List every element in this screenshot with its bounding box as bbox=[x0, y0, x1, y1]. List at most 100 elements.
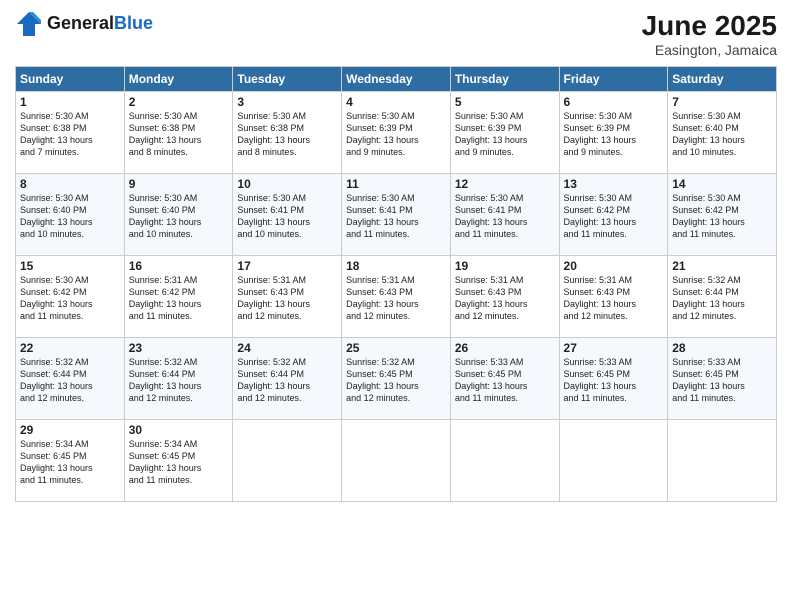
day-number: 21 bbox=[672, 259, 772, 273]
calendar-cell: 25Sunrise: 5:32 AM Sunset: 6:45 PM Dayli… bbox=[342, 338, 451, 420]
day-info: Sunrise: 5:30 AM Sunset: 6:39 PM Dayligh… bbox=[564, 110, 664, 159]
day-number: 22 bbox=[20, 341, 120, 355]
day-number: 27 bbox=[564, 341, 664, 355]
calendar-cell: 26Sunrise: 5:33 AM Sunset: 6:45 PM Dayli… bbox=[450, 338, 559, 420]
calendar-cell: 9Sunrise: 5:30 AM Sunset: 6:40 PM Daylig… bbox=[124, 174, 233, 256]
header: GeneralBlue June 2025 Easington, Jamaica bbox=[15, 10, 777, 58]
weekday-header: Wednesday bbox=[342, 67, 451, 92]
day-number: 4 bbox=[346, 95, 446, 109]
calendar-cell bbox=[233, 420, 342, 502]
day-info: Sunrise: 5:30 AM Sunset: 6:38 PM Dayligh… bbox=[129, 110, 229, 159]
calendar-cell: 5Sunrise: 5:30 AM Sunset: 6:39 PM Daylig… bbox=[450, 92, 559, 174]
day-number: 12 bbox=[455, 177, 555, 191]
day-number: 18 bbox=[346, 259, 446, 273]
calendar-cell: 17Sunrise: 5:31 AM Sunset: 6:43 PM Dayli… bbox=[233, 256, 342, 338]
calendar-cell: 19Sunrise: 5:31 AM Sunset: 6:43 PM Dayli… bbox=[450, 256, 559, 338]
calendar-cell: 20Sunrise: 5:31 AM Sunset: 6:43 PM Dayli… bbox=[559, 256, 668, 338]
calendar-cell: 12Sunrise: 5:30 AM Sunset: 6:41 PM Dayli… bbox=[450, 174, 559, 256]
day-info: Sunrise: 5:30 AM Sunset: 6:40 PM Dayligh… bbox=[20, 192, 120, 241]
day-info: Sunrise: 5:31 AM Sunset: 6:43 PM Dayligh… bbox=[564, 274, 664, 323]
calendar-cell: 23Sunrise: 5:32 AM Sunset: 6:44 PM Dayli… bbox=[124, 338, 233, 420]
day-number: 13 bbox=[564, 177, 664, 191]
day-number: 6 bbox=[564, 95, 664, 109]
location: Easington, Jamaica bbox=[642, 42, 777, 58]
calendar-cell: 30Sunrise: 5:34 AM Sunset: 6:45 PM Dayli… bbox=[124, 420, 233, 502]
day-number: 19 bbox=[455, 259, 555, 273]
day-info: Sunrise: 5:30 AM Sunset: 6:42 PM Dayligh… bbox=[564, 192, 664, 241]
month-year: June 2025 bbox=[642, 10, 777, 42]
calendar-cell: 16Sunrise: 5:31 AM Sunset: 6:42 PM Dayli… bbox=[124, 256, 233, 338]
day-info: Sunrise: 5:30 AM Sunset: 6:41 PM Dayligh… bbox=[237, 192, 337, 241]
day-number: 9 bbox=[129, 177, 229, 191]
day-info: Sunrise: 5:32 AM Sunset: 6:44 PM Dayligh… bbox=[129, 356, 229, 405]
day-number: 17 bbox=[237, 259, 337, 273]
day-info: Sunrise: 5:34 AM Sunset: 6:45 PM Dayligh… bbox=[129, 438, 229, 487]
calendar-week-row: 29Sunrise: 5:34 AM Sunset: 6:45 PM Dayli… bbox=[16, 420, 777, 502]
weekday-header: Tuesday bbox=[233, 67, 342, 92]
day-number: 30 bbox=[129, 423, 229, 437]
calendar-cell: 7Sunrise: 5:30 AM Sunset: 6:40 PM Daylig… bbox=[668, 92, 777, 174]
day-number: 23 bbox=[129, 341, 229, 355]
day-info: Sunrise: 5:30 AM Sunset: 6:41 PM Dayligh… bbox=[346, 192, 446, 241]
day-info: Sunrise: 5:33 AM Sunset: 6:45 PM Dayligh… bbox=[455, 356, 555, 405]
day-info: Sunrise: 5:33 AM Sunset: 6:45 PM Dayligh… bbox=[564, 356, 664, 405]
calendar-cell: 24Sunrise: 5:32 AM Sunset: 6:44 PM Dayli… bbox=[233, 338, 342, 420]
day-info: Sunrise: 5:30 AM Sunset: 6:40 PM Dayligh… bbox=[672, 110, 772, 159]
day-number: 3 bbox=[237, 95, 337, 109]
calendar-cell: 27Sunrise: 5:33 AM Sunset: 6:45 PM Dayli… bbox=[559, 338, 668, 420]
calendar-cell: 21Sunrise: 5:32 AM Sunset: 6:44 PM Dayli… bbox=[668, 256, 777, 338]
day-info: Sunrise: 5:33 AM Sunset: 6:45 PM Dayligh… bbox=[672, 356, 772, 405]
day-number: 16 bbox=[129, 259, 229, 273]
weekday-header: Sunday bbox=[16, 67, 125, 92]
calendar-header-row: SundayMondayTuesdayWednesdayThursdayFrid… bbox=[16, 67, 777, 92]
day-number: 1 bbox=[20, 95, 120, 109]
day-number: 20 bbox=[564, 259, 664, 273]
day-info: Sunrise: 5:30 AM Sunset: 6:42 PM Dayligh… bbox=[20, 274, 120, 323]
day-info: Sunrise: 5:30 AM Sunset: 6:39 PM Dayligh… bbox=[455, 110, 555, 159]
calendar-cell: 13Sunrise: 5:30 AM Sunset: 6:42 PM Dayli… bbox=[559, 174, 668, 256]
weekday-header: Saturday bbox=[668, 67, 777, 92]
day-number: 5 bbox=[455, 95, 555, 109]
calendar-week-row: 15Sunrise: 5:30 AM Sunset: 6:42 PM Dayli… bbox=[16, 256, 777, 338]
weekday-header: Friday bbox=[559, 67, 668, 92]
calendar-cell: 22Sunrise: 5:32 AM Sunset: 6:44 PM Dayli… bbox=[16, 338, 125, 420]
calendar-cell: 28Sunrise: 5:33 AM Sunset: 6:45 PM Dayli… bbox=[668, 338, 777, 420]
day-info: Sunrise: 5:32 AM Sunset: 6:45 PM Dayligh… bbox=[346, 356, 446, 405]
day-number: 7 bbox=[672, 95, 772, 109]
calendar-cell: 8Sunrise: 5:30 AM Sunset: 6:40 PM Daylig… bbox=[16, 174, 125, 256]
calendar-week-row: 8Sunrise: 5:30 AM Sunset: 6:40 PM Daylig… bbox=[16, 174, 777, 256]
day-info: Sunrise: 5:32 AM Sunset: 6:44 PM Dayligh… bbox=[672, 274, 772, 323]
calendar-cell: 29Sunrise: 5:34 AM Sunset: 6:45 PM Dayli… bbox=[16, 420, 125, 502]
calendar: SundayMondayTuesdayWednesdayThursdayFrid… bbox=[15, 66, 777, 502]
calendar-cell: 6Sunrise: 5:30 AM Sunset: 6:39 PM Daylig… bbox=[559, 92, 668, 174]
day-number: 29 bbox=[20, 423, 120, 437]
day-info: Sunrise: 5:30 AM Sunset: 6:41 PM Dayligh… bbox=[455, 192, 555, 241]
calendar-cell: 2Sunrise: 5:30 AM Sunset: 6:38 PM Daylig… bbox=[124, 92, 233, 174]
calendar-cell bbox=[450, 420, 559, 502]
day-info: Sunrise: 5:31 AM Sunset: 6:43 PM Dayligh… bbox=[237, 274, 337, 323]
page: GeneralBlue June 2025 Easington, Jamaica… bbox=[0, 0, 792, 612]
weekday-header: Thursday bbox=[450, 67, 559, 92]
day-info: Sunrise: 5:30 AM Sunset: 6:40 PM Dayligh… bbox=[129, 192, 229, 241]
day-info: Sunrise: 5:31 AM Sunset: 6:42 PM Dayligh… bbox=[129, 274, 229, 323]
day-number: 10 bbox=[237, 177, 337, 191]
calendar-cell bbox=[342, 420, 451, 502]
day-number: 15 bbox=[20, 259, 120, 273]
day-number: 8 bbox=[20, 177, 120, 191]
day-info: Sunrise: 5:30 AM Sunset: 6:39 PM Dayligh… bbox=[346, 110, 446, 159]
weekday-header: Monday bbox=[124, 67, 233, 92]
calendar-week-row: 1Sunrise: 5:30 AM Sunset: 6:38 PM Daylig… bbox=[16, 92, 777, 174]
day-info: Sunrise: 5:30 AM Sunset: 6:38 PM Dayligh… bbox=[237, 110, 337, 159]
day-number: 28 bbox=[672, 341, 772, 355]
day-info: Sunrise: 5:30 AM Sunset: 6:42 PM Dayligh… bbox=[672, 192, 772, 241]
calendar-cell bbox=[559, 420, 668, 502]
day-info: Sunrise: 5:34 AM Sunset: 6:45 PM Dayligh… bbox=[20, 438, 120, 487]
title-block: June 2025 Easington, Jamaica bbox=[642, 10, 777, 58]
logo: GeneralBlue bbox=[15, 10, 153, 38]
day-number: 26 bbox=[455, 341, 555, 355]
calendar-cell: 15Sunrise: 5:30 AM Sunset: 6:42 PM Dayli… bbox=[16, 256, 125, 338]
logo-icon bbox=[15, 10, 43, 38]
day-info: Sunrise: 5:30 AM Sunset: 6:38 PM Dayligh… bbox=[20, 110, 120, 159]
calendar-cell: 14Sunrise: 5:30 AM Sunset: 6:42 PM Dayli… bbox=[668, 174, 777, 256]
day-number: 11 bbox=[346, 177, 446, 191]
